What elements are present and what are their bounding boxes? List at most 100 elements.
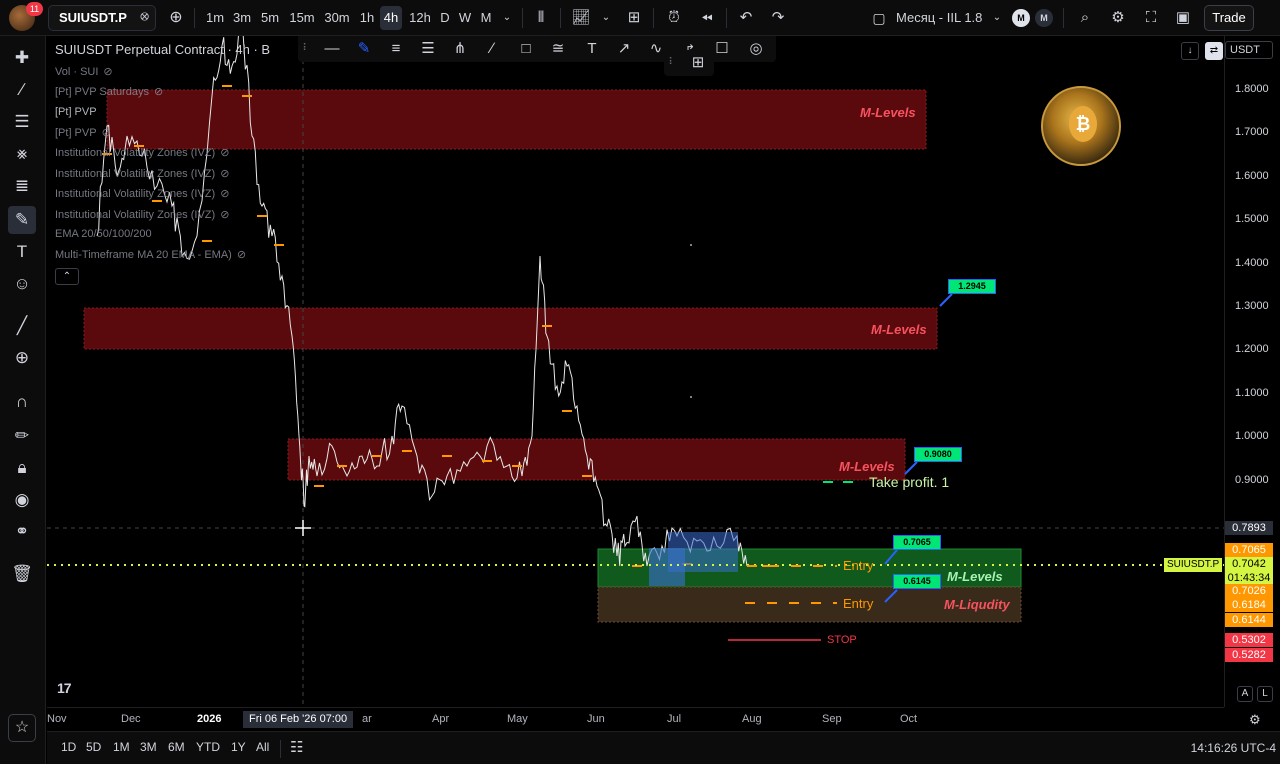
edit-pencil-icon[interactable]: ✏ xyxy=(8,422,36,450)
horizontal-lines-icon[interactable]: ≡ xyxy=(384,37,408,61)
hidden-eye-icon[interactable]: ⊘ xyxy=(154,86,163,98)
more-tools-icon[interactable]: ⊞ xyxy=(686,51,710,75)
trash-icon[interactable]: 🗑︎ xyxy=(8,560,36,588)
undo-icon[interactable]: ↶ xyxy=(735,6,757,30)
range-1y[interactable]: 1Y xyxy=(231,740,246,754)
fib-icon[interactable]: ☰ xyxy=(8,108,36,136)
trade-button[interactable]: Trade xyxy=(1204,5,1254,31)
indicators-icon[interactable]: 📈︎ xyxy=(570,6,592,30)
range-6m[interactable]: 6M xyxy=(168,740,185,754)
range-ytd[interactable]: YTD xyxy=(196,740,220,754)
target-tag[interactable]: 0.7065 xyxy=(893,535,941,550)
zoom-in-icon[interactable]: ⊕ xyxy=(8,344,36,372)
templates-icon[interactable]: ⊞ xyxy=(623,6,645,30)
auto-fit-icon[interactable]: ⇄ xyxy=(1205,42,1223,60)
drag-handle-icon[interactable]: ⠇ xyxy=(666,51,678,75)
indicator-row[interactable]: [Pt] PVP ⊘ xyxy=(55,126,111,139)
indicator-row[interactable]: Institutional Volatility Zones (IVZ) ⊘ xyxy=(55,167,229,180)
rectangle-icon[interactable]: □ xyxy=(514,37,538,61)
settings-icon[interactable]: ⚙ xyxy=(1107,6,1129,30)
m-second-circle[interactable]: M xyxy=(1035,9,1053,27)
camera-icon[interactable]: ▣ xyxy=(1172,6,1194,30)
timeframe-5m[interactable]: 5m xyxy=(258,6,282,30)
magnet-icon[interactable]: ∩ xyxy=(8,388,36,416)
pattern-icon[interactable]: ⨳ xyxy=(8,140,36,168)
search-icon[interactable]: ⌕ xyxy=(1074,6,1096,30)
pitchfork-icon[interactable]: ⋔ xyxy=(448,37,472,61)
brush-tool-icon[interactable]: ✎ xyxy=(352,37,376,61)
symbol-search[interactable]: SUIUSDT.P ⭙ xyxy=(48,5,156,31)
ruler-icon[interactable]: ╱ xyxy=(8,312,36,340)
hidden-eye-icon[interactable]: ⊘ xyxy=(220,168,229,180)
indicator-row[interactable]: Multi-Timeframe MA 20 EMA - EMA) ⊘ xyxy=(55,248,246,261)
link-icon[interactable]: ⚭ xyxy=(8,518,36,546)
auto-scale-button[interactable]: A xyxy=(1237,686,1253,702)
hidden-eye-icon[interactable]: ⊘ xyxy=(220,209,229,221)
timeframe-w[interactable]: W xyxy=(456,6,474,30)
favorites-star-icon[interactable]: ☆ xyxy=(8,714,36,742)
chart-pane[interactable]: ⠇ — ✎ ≡ ☰ ⋔ ∕ □ ≅ T ↗ ∿ ↱ ☐ ◎ ⠇ ⊞ SUIUSD… xyxy=(47,36,1224,707)
range-5d[interactable]: 5D xyxy=(86,740,101,754)
parallel-lines-icon[interactable]: ☰ xyxy=(416,37,440,61)
price-range-icon[interactable]: ≅ xyxy=(546,37,570,61)
range-1m[interactable]: 1M xyxy=(113,740,130,754)
eye-icon[interactable]: ◉ xyxy=(8,486,36,514)
range-3m[interactable]: 3M xyxy=(140,740,157,754)
layout-dropdown-icon[interactable]: ⌄ xyxy=(990,6,1004,30)
target-icon[interactable]: ◎ xyxy=(744,37,768,61)
indicator-row[interactable]: EMA 20/50/100/200 xyxy=(55,228,152,240)
indicator-row[interactable]: Vol · SUI ⊘ xyxy=(55,65,113,78)
currency-select[interactable]: USDT xyxy=(1225,41,1273,59)
trend-line-icon[interactable]: ∕ xyxy=(8,76,36,104)
timeframe-d[interactable]: D xyxy=(437,6,453,30)
log-scale-button[interactable]: L xyxy=(1257,686,1273,702)
forecast-icon[interactable]: ≣ xyxy=(8,172,36,200)
timeframe-12h[interactable]: 12h xyxy=(407,6,433,30)
timeframe-1h[interactable]: 1h xyxy=(357,6,377,30)
emoji-icon[interactable]: ☺ xyxy=(8,270,36,298)
brush-icon[interactable]: ✎ xyxy=(8,206,36,234)
timeframe-1m[interactable]: 1m xyxy=(203,6,227,30)
collapse-legend-button[interactable]: ⌃ xyxy=(55,268,79,285)
range-all[interactable]: All xyxy=(256,740,269,754)
clock[interactable]: 14:16:26 UTC-4 xyxy=(1191,741,1276,755)
lock-icon[interactable]: 🔒︎ xyxy=(8,454,36,482)
price-scale-down-icon[interactable]: ↓ xyxy=(1181,42,1199,60)
indicator-row[interactable]: [Pt] PVP Saturdays ⊘ xyxy=(55,85,163,98)
target-tag[interactable]: 1.2945 xyxy=(948,279,996,294)
fullscreen-icon[interactable]: ⛶ xyxy=(1140,6,1162,30)
text-tool-icon[interactable]: T xyxy=(580,37,604,61)
range-1d[interactable]: 1D xyxy=(61,740,76,754)
alert-icon[interactable]: ⏰︎ xyxy=(663,6,685,30)
crosshair-icon[interactable]: ✚ xyxy=(8,44,36,72)
tradingview-logo[interactable]: 17 xyxy=(57,680,72,696)
date-range-icon[interactable]: ☷ xyxy=(290,738,303,756)
indicator-row[interactable]: Institutional Volatility Zones (IVZ) ⊘ xyxy=(55,208,229,221)
timeframe-4h[interactable]: 4h xyxy=(380,6,402,30)
price-scale[interactable]: ↓ ⇄ USDT 1.8000 1.7000 1.6000 1.5000 1.4… xyxy=(1181,36,1280,707)
redo-icon[interactable]: ↷ xyxy=(767,6,789,30)
hidden-eye-icon[interactable]: ⊘ xyxy=(237,249,246,261)
ray-icon[interactable]: ∕ xyxy=(480,37,504,61)
chart-title[interactable]: SUIUSDT Perpetual Contract · 4h · B xyxy=(55,42,270,57)
replay-icon[interactable]: ⏪︎ xyxy=(696,6,718,30)
line-tool-icon[interactable]: — xyxy=(320,37,344,61)
layout-icon[interactable]: ▢ xyxy=(869,6,889,30)
time-axis[interactable]: Nov Dec 2026 Fri 06 Feb '26 07:00 ar Apr… xyxy=(47,707,1261,731)
indicator-row[interactable]: Institutional Volatility Zones (IVZ) ⊘ xyxy=(55,187,229,200)
timeframe-15m[interactable]: 15m xyxy=(287,6,317,30)
indicator-row[interactable]: Institutional Volatility Zones (IVZ) ⊘ xyxy=(55,146,229,159)
symbol-options-icon[interactable]: ⭙ xyxy=(140,11,149,24)
timeframe-3m[interactable]: 3m xyxy=(230,6,254,30)
indicator-row[interactable]: [Pt] PVP xyxy=(55,106,97,118)
target-tag[interactable]: 0.9080 xyxy=(914,447,962,462)
text-icon[interactable]: T xyxy=(8,238,36,266)
hidden-eye-icon[interactable]: ⊘ xyxy=(103,66,112,78)
candles-icon[interactable]: ⫴ xyxy=(530,6,552,30)
timeframe-dropdown-icon[interactable]: ⌄ xyxy=(499,6,515,30)
m-account-circle[interactable]: M xyxy=(1012,9,1030,27)
time-settings-icon[interactable]: ⚙ xyxy=(1249,712,1261,728)
timeframe-30m[interactable]: 30m xyxy=(322,6,352,30)
timeframe-m[interactable]: M xyxy=(477,6,495,30)
hidden-eye-icon[interactable]: ⊘ xyxy=(220,188,229,200)
